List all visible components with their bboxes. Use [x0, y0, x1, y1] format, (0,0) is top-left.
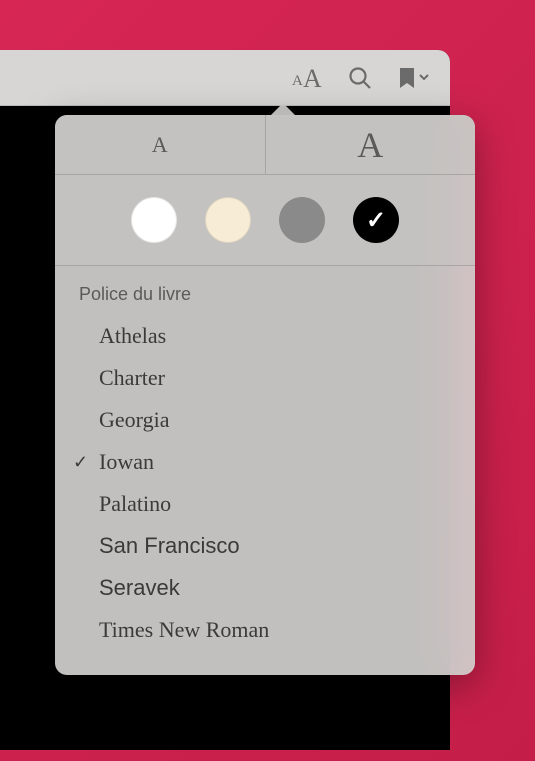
font-option-georgia[interactable]: Georgia	[55, 399, 475, 441]
search-icon[interactable]	[348, 66, 372, 90]
font-option-label: Charter	[99, 365, 165, 391]
increase-text-size-button[interactable]: A	[266, 115, 476, 174]
font-option-san-francisco[interactable]: San Francisco	[55, 525, 475, 567]
theme-row: ✓	[55, 175, 475, 266]
font-option-times-new-roman[interactable]: Times New Roman	[55, 609, 475, 651]
font-section: Police du livre Athelas Charter Georgia ✓ Io…	[55, 266, 475, 675]
font-option-iowan[interactable]: ✓ Iowan	[55, 441, 475, 483]
svg-text:A: A	[292, 73, 303, 89]
checkmark-icon: ✓	[73, 452, 88, 473]
appearance-icon[interactable]: A A	[292, 66, 324, 90]
font-option-label: Times New Roman	[99, 617, 269, 643]
svg-text:A: A	[303, 66, 322, 90]
theme-gray-swatch[interactable]	[279, 197, 325, 243]
font-list: Athelas Charter Georgia ✓ Iowan Palatino San F…	[55, 315, 475, 651]
bookmark-icon[interactable]	[396, 66, 430, 90]
text-size-row: A A	[55, 115, 475, 175]
font-option-athelas[interactable]: Athelas	[55, 315, 475, 357]
font-option-seravek[interactable]: Seravek	[55, 567, 475, 609]
checkmark-icon: ✓	[366, 206, 386, 235]
theme-white-swatch[interactable]	[131, 197, 177, 243]
appearance-popover: A A ✓ Police du livre Athelas Charter Geor…	[55, 115, 475, 675]
font-option-label: Seravek	[99, 575, 180, 601]
font-option-label: Georgia	[99, 407, 169, 433]
toolbar: A A	[0, 50, 450, 106]
font-option-label: Iowan	[99, 449, 154, 475]
decrease-text-size-button[interactable]: A	[55, 115, 266, 174]
font-option-palatino[interactable]: Palatino	[55, 483, 475, 525]
font-option-label: San Francisco	[99, 533, 240, 559]
theme-sepia-swatch[interactable]	[205, 197, 251, 243]
font-option-label: Athelas	[99, 323, 166, 349]
theme-black-swatch[interactable]: ✓	[353, 197, 399, 243]
font-option-charter[interactable]: Charter	[55, 357, 475, 399]
font-section-header: Police du livre	[55, 284, 475, 315]
font-option-label: Palatino	[99, 491, 171, 517]
